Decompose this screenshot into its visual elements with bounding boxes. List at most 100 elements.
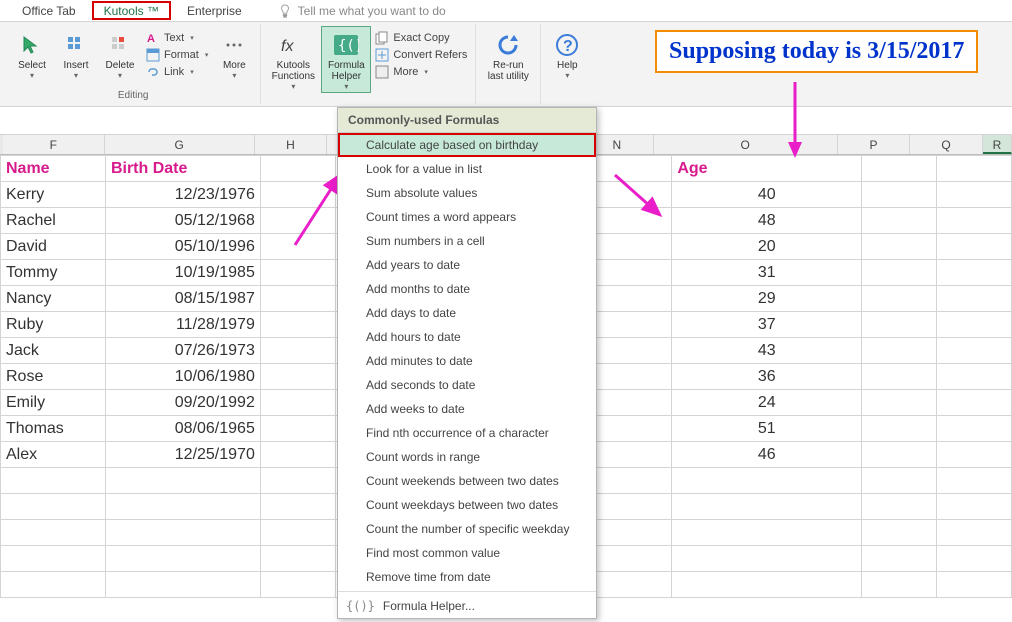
kutools-functions-button[interactable]: fx Kutools Functions▾ xyxy=(265,26,321,92)
dd-item[interactable]: Add hours to date xyxy=(338,325,596,349)
cell-n[interactable] xyxy=(597,390,672,416)
cell-h[interactable] xyxy=(260,390,335,416)
dd-item[interactable]: Look for a value in list xyxy=(338,157,596,181)
dd-item[interactable]: Count times a word appears xyxy=(338,205,596,229)
cell-q[interactable] xyxy=(937,338,1012,364)
dd-item[interactable]: Remove time from date xyxy=(338,565,596,589)
cell-q[interactable] xyxy=(937,156,1012,182)
cell-birth[interactable]: 11/28/1979 xyxy=(105,312,260,338)
cell-p[interactable] xyxy=(862,312,937,338)
cell-name[interactable]: Ruby xyxy=(1,312,106,338)
cell-h[interactable] xyxy=(260,364,335,390)
dd-item[interactable]: Sum numbers in a cell xyxy=(338,229,596,253)
cell-birth[interactable]: 09/20/1992 xyxy=(105,390,260,416)
cell-p[interactable] xyxy=(862,390,937,416)
select-button[interactable]: Select▾ xyxy=(10,26,54,81)
exact-copy-button[interactable]: Exact Copy xyxy=(371,30,471,46)
cell-q[interactable] xyxy=(937,260,1012,286)
cell-q[interactable] xyxy=(937,312,1012,338)
cell-q[interactable] xyxy=(937,234,1012,260)
dd-item[interactable]: Add minutes to date xyxy=(338,349,596,373)
col-header-o[interactable]: O xyxy=(654,135,838,154)
cell-h[interactable] xyxy=(260,416,335,442)
dd-item[interactable]: Add days to date xyxy=(338,301,596,325)
cell-age[interactable]: 43 xyxy=(672,338,862,364)
cell-q[interactable] xyxy=(937,442,1012,468)
col-header-q[interactable]: Q xyxy=(910,135,983,154)
cell-age[interactable]: 40 xyxy=(672,182,862,208)
cell-name[interactable]: Rachel xyxy=(1,208,106,234)
cell-birth[interactable]: 12/25/1970 xyxy=(105,442,260,468)
cell-n[interactable] xyxy=(597,416,672,442)
dd-item[interactable]: Find nth occurrence of a character xyxy=(338,421,596,445)
cell-age[interactable]: 51 xyxy=(672,416,862,442)
cell-h[interactable] xyxy=(260,442,335,468)
format-button[interactable]: Format▾ xyxy=(142,47,212,63)
cell-name[interactable]: Jack xyxy=(1,338,106,364)
cell-birth[interactable]: 12/23/1976 xyxy=(105,182,260,208)
cell-birth[interactable]: 08/15/1987 xyxy=(105,286,260,312)
cell-p[interactable] xyxy=(862,260,937,286)
cell-age[interactable]: 20 xyxy=(672,234,862,260)
header-age[interactable]: Age xyxy=(672,156,862,182)
col-header-g[interactable]: G xyxy=(105,135,255,154)
cell-p[interactable] xyxy=(862,156,937,182)
cell-q[interactable] xyxy=(937,390,1012,416)
help-button[interactable]: ? Help▾ xyxy=(545,26,589,81)
cell-q[interactable] xyxy=(937,208,1012,234)
cell-age[interactable]: 36 xyxy=(672,364,862,390)
cell-q[interactable] xyxy=(937,286,1012,312)
cell-h[interactable] xyxy=(260,338,335,364)
cell-p[interactable] xyxy=(862,364,937,390)
cell-name[interactable]: Alex xyxy=(1,442,106,468)
cell-name[interactable]: Kerry xyxy=(1,182,106,208)
tell-me[interactable]: Tell me what you want to do xyxy=(258,4,446,18)
cell-p[interactable] xyxy=(862,442,937,468)
delete-button[interactable]: Delete▾ xyxy=(98,26,142,81)
cell-p[interactable] xyxy=(862,182,937,208)
cell-name[interactable]: David xyxy=(1,234,106,260)
more2-button[interactable]: More▾ xyxy=(371,64,471,80)
cell-p[interactable] xyxy=(862,234,937,260)
cell-name[interactable]: Nancy xyxy=(1,286,106,312)
dd-item[interactable]: Count the number of specific weekday xyxy=(338,517,596,541)
cell-age[interactable]: 46 xyxy=(672,442,862,468)
insert-button[interactable]: Insert▾ xyxy=(54,26,98,81)
tab-office[interactable]: Office Tab xyxy=(10,2,88,20)
cell-p[interactable] xyxy=(862,338,937,364)
cell-birth[interactable]: 07/26/1973 xyxy=(105,338,260,364)
dd-item[interactable]: Sum absolute values xyxy=(338,181,596,205)
dd-item[interactable]: Count weekdays between two dates xyxy=(338,493,596,517)
cell-q[interactable] xyxy=(937,416,1012,442)
cell-p[interactable] xyxy=(862,416,937,442)
cell-n[interactable] xyxy=(597,234,672,260)
cell-birth[interactable]: 10/19/1985 xyxy=(105,260,260,286)
cell-q[interactable] xyxy=(937,182,1012,208)
cell-name[interactable]: Tommy xyxy=(1,260,106,286)
dd-item[interactable]: Add weeks to date xyxy=(338,397,596,421)
cell-p[interactable] xyxy=(862,208,937,234)
cell-name[interactable]: Rose xyxy=(1,364,106,390)
cell-age[interactable]: 31 xyxy=(672,260,862,286)
cell-h[interactable] xyxy=(260,312,335,338)
cell-age[interactable]: 29 xyxy=(672,286,862,312)
more-button[interactable]: More▾ xyxy=(212,26,256,81)
cell-q[interactable] xyxy=(937,364,1012,390)
rerun-button[interactable]: Re-run last utility xyxy=(480,26,536,82)
col-header-r[interactable]: R xyxy=(983,135,1012,154)
dd-item[interactable]: Count words in range xyxy=(338,445,596,469)
cell-n[interactable] xyxy=(597,312,672,338)
dd-item[interactable]: Add years to date xyxy=(338,253,596,277)
convert-refers-button[interactable]: Convert Refers xyxy=(371,47,471,63)
header-birth[interactable]: Birth Date xyxy=(105,156,260,182)
cell-age[interactable]: 37 xyxy=(672,312,862,338)
col-header-f[interactable]: F xyxy=(3,135,105,154)
cell-birth[interactable]: 10/06/1980 xyxy=(105,364,260,390)
col-header-h[interactable]: H xyxy=(255,135,328,154)
cell-age[interactable]: 24 xyxy=(672,390,862,416)
dd-item[interactable]: Count weekends between two dates xyxy=(338,469,596,493)
cell-n[interactable] xyxy=(597,364,672,390)
header-name[interactable]: Name xyxy=(1,156,106,182)
cell-name[interactable]: Thomas xyxy=(1,416,106,442)
cell-birth[interactable]: 05/12/1968 xyxy=(105,208,260,234)
